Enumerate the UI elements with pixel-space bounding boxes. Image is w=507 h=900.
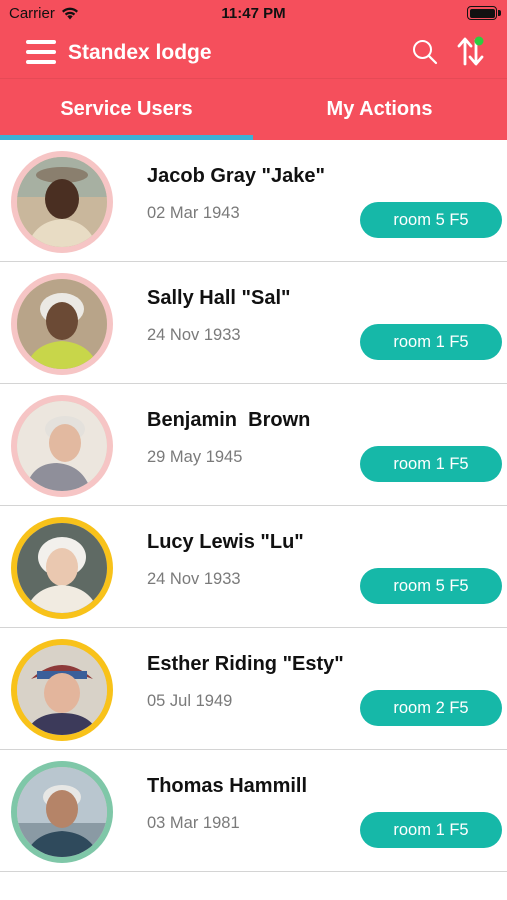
tab-bar: Service Users My Actions bbox=[0, 78, 507, 140]
user-dob: 29 May 1945 bbox=[147, 448, 243, 466]
battery-icon bbox=[467, 6, 501, 20]
room-badge[interactable]: room 5 F5 bbox=[360, 202, 502, 238]
page-title: Standex lodge bbox=[68, 41, 212, 64]
avatar bbox=[11, 151, 113, 253]
room-badge[interactable]: room 1 F5 bbox=[360, 812, 502, 848]
room-badge[interactable]: room 1 F5 bbox=[360, 446, 502, 482]
user-dob: 24 Nov 1933 bbox=[147, 326, 241, 344]
avatar bbox=[11, 639, 113, 741]
nav-bar: Standex lodge bbox=[0, 28, 507, 78]
list-item[interactable]: Lucy Lewis "Lu" 24 Nov 1933 room 5 F5 bbox=[0, 506, 507, 628]
status-time: 11:47 PM bbox=[221, 5, 286, 22]
room-badge[interactable]: room 2 F5 bbox=[360, 690, 502, 726]
user-dob: 05 Jul 1949 bbox=[147, 692, 233, 710]
list-item[interactable]: Jacob Gray "Jake" 02 Mar 1943 room 5 F5 bbox=[0, 140, 507, 262]
list-item[interactable]: Esther Riding "Esty" 05 Jul 1949 room 2 … bbox=[0, 628, 507, 750]
service-user-list: Jacob Gray "Jake" 02 Mar 1943 room 5 F5 … bbox=[0, 140, 507, 900]
user-dob: 03 Mar 1981 bbox=[147, 814, 240, 832]
search-icon[interactable] bbox=[411, 38, 439, 66]
user-dob: 24 Nov 1933 bbox=[147, 570, 241, 588]
sort-icon[interactable] bbox=[455, 34, 487, 68]
user-name: Jacob Gray "Jake" bbox=[147, 165, 325, 187]
menu-icon[interactable] bbox=[26, 40, 56, 64]
status-bar: Carrier 11:47 PM bbox=[0, 0, 507, 28]
avatar bbox=[11, 273, 113, 375]
avatar bbox=[11, 517, 113, 619]
avatar bbox=[11, 395, 113, 497]
list-item[interactable]: Benjamin Brown 29 May 1945 room 1 F5 bbox=[0, 384, 507, 506]
user-dob: 02 Mar 1943 bbox=[147, 204, 240, 222]
room-badge[interactable]: room 1 F5 bbox=[360, 324, 502, 360]
user-name: Benjamin Brown bbox=[147, 409, 311, 431]
user-name: Sally Hall "Sal" bbox=[147, 287, 291, 309]
list-item[interactable]: Thomas Hammill 03 Mar 1981 room 1 F5 bbox=[0, 750, 507, 872]
tab-service-users[interactable]: Service Users bbox=[0, 79, 253, 141]
tab-my-actions[interactable]: My Actions bbox=[253, 79, 506, 141]
avatar bbox=[11, 761, 113, 863]
user-name: Thomas Hammill bbox=[147, 775, 308, 797]
user-name: Lucy Lewis "Lu" bbox=[147, 531, 304, 553]
user-name: Esther Riding "Esty" bbox=[147, 653, 344, 675]
room-badge[interactable]: room 5 F5 bbox=[360, 568, 502, 604]
list-item[interactable]: Sally Hall "Sal" 24 Nov 1933 room 1 F5 bbox=[0, 262, 507, 384]
